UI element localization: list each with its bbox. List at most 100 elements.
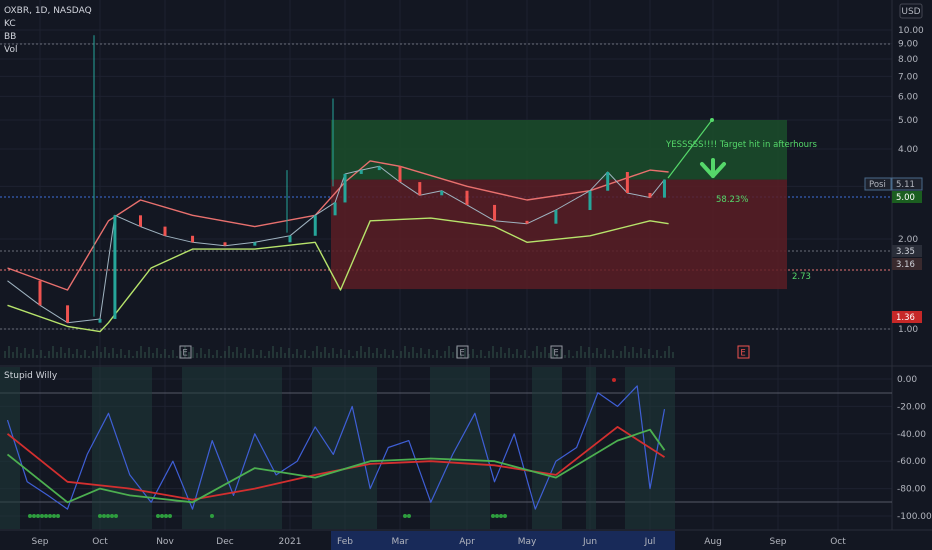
volume-bar <box>132 356 134 358</box>
volume-bar <box>300 355 302 358</box>
volume-bar <box>100 352 102 358</box>
volume-bar <box>408 352 410 358</box>
candle <box>163 226 167 236</box>
signal-dot <box>52 514 56 518</box>
candle <box>313 215 317 236</box>
volume-bar <box>488 351 490 358</box>
volume-bar <box>272 346 274 358</box>
position-value-label: 5.11 <box>891 177 923 191</box>
volume-bar <box>116 354 118 358</box>
price-tick: 1.00 <box>898 325 918 335</box>
volume-bar <box>656 350 658 358</box>
price-tick: 2.00 <box>898 235 918 245</box>
price-tick: 5.00 <box>898 116 918 126</box>
volume-bar <box>112 348 114 358</box>
volume-bar <box>24 348 26 358</box>
candle <box>343 173 347 203</box>
candle <box>648 193 652 198</box>
volume-bar <box>308 356 310 358</box>
candle <box>418 182 422 196</box>
volume-bar <box>320 352 322 358</box>
stop-price-label: 1.36 <box>892 311 922 323</box>
volume-bar <box>216 350 218 358</box>
svg-text:5.00: 5.00 <box>896 193 915 203</box>
volume-bar <box>492 346 494 358</box>
volume-bar <box>228 346 230 358</box>
volume-bar <box>240 353 242 358</box>
volume-bar <box>628 352 630 358</box>
last-price-label: 3.35 <box>892 245 922 257</box>
position-tag: Posi <box>864 177 892 191</box>
oscillator-title: Stupid Willy <box>4 371 58 381</box>
volume-bar <box>8 346 10 358</box>
volume-bar <box>128 350 130 358</box>
volume-bar <box>536 346 538 358</box>
volume-bar <box>32 349 34 358</box>
volume-bar <box>164 349 166 358</box>
signal-dot <box>106 514 110 518</box>
signal-dot <box>491 514 495 518</box>
osc-shade <box>532 367 562 529</box>
candle <box>98 319 102 323</box>
signal-dot <box>98 514 102 518</box>
volume-bar <box>52 346 54 358</box>
signal-dot <box>40 514 44 518</box>
volume-bar <box>404 346 406 358</box>
candle <box>38 280 42 306</box>
volume-bar <box>268 351 270 358</box>
volume-bar <box>508 348 510 358</box>
volume-bar <box>236 347 238 358</box>
svg-text:Posi: Posi <box>869 180 886 190</box>
volume-bar <box>412 347 414 358</box>
volume-bar <box>604 349 606 358</box>
volume-bar <box>252 349 254 358</box>
time-tick: Feb <box>337 537 353 547</box>
volume-bar <box>200 348 202 358</box>
volume-bar <box>260 350 262 358</box>
signal-dot <box>168 514 172 518</box>
volume-bar <box>244 348 246 358</box>
volume-bar <box>28 354 30 358</box>
symbol-title: OXBR, 1D, NASDAQ <box>4 6 92 16</box>
volume-bar <box>36 355 38 358</box>
price-tick: 6.00 <box>898 92 918 102</box>
price-tick: 10.00 <box>898 26 924 36</box>
volume-bar <box>220 356 222 358</box>
volume-bar <box>96 346 98 358</box>
earnings-marker-label: E <box>553 349 558 359</box>
time-tick: Mar <box>392 537 409 547</box>
candle <box>554 210 558 224</box>
currency-label: USD <box>901 7 920 17</box>
volume-bar <box>156 348 158 358</box>
volume-bar <box>384 349 386 358</box>
volume-bar <box>644 354 646 358</box>
volume-bar <box>68 348 70 358</box>
osc-tick: -40.00 <box>897 430 926 440</box>
volume-bar <box>72 354 74 358</box>
volume-bar <box>328 353 330 358</box>
currency-button[interactable]: USD <box>899 3 923 19</box>
volume-bar <box>264 356 266 358</box>
volume-bar <box>332 348 334 358</box>
volume-bar <box>136 351 138 358</box>
candle <box>662 179 666 198</box>
study-bb-label: BB <box>4 32 16 42</box>
volume-bar <box>224 351 226 358</box>
volume-bar <box>352 356 354 358</box>
chart-canvas[interactable]: 10.009.008.007.006.005.004.003.002.001.0… <box>0 0 932 550</box>
volume-bar <box>188 352 190 358</box>
volume-bar <box>368 347 370 358</box>
volume-bar <box>500 347 502 358</box>
volume-bar <box>520 355 522 358</box>
volume-bar <box>208 349 210 358</box>
volume-bar <box>360 346 362 358</box>
volume-bar <box>56 352 58 358</box>
volume-bar <box>504 353 506 358</box>
volume-bar <box>204 354 206 358</box>
earnings-marker-label: E <box>182 349 187 359</box>
signal-dot <box>164 514 168 518</box>
signal-dot <box>403 514 407 518</box>
volume-bar <box>292 354 294 358</box>
volume-bar <box>76 349 78 358</box>
volume-bar <box>664 351 666 358</box>
